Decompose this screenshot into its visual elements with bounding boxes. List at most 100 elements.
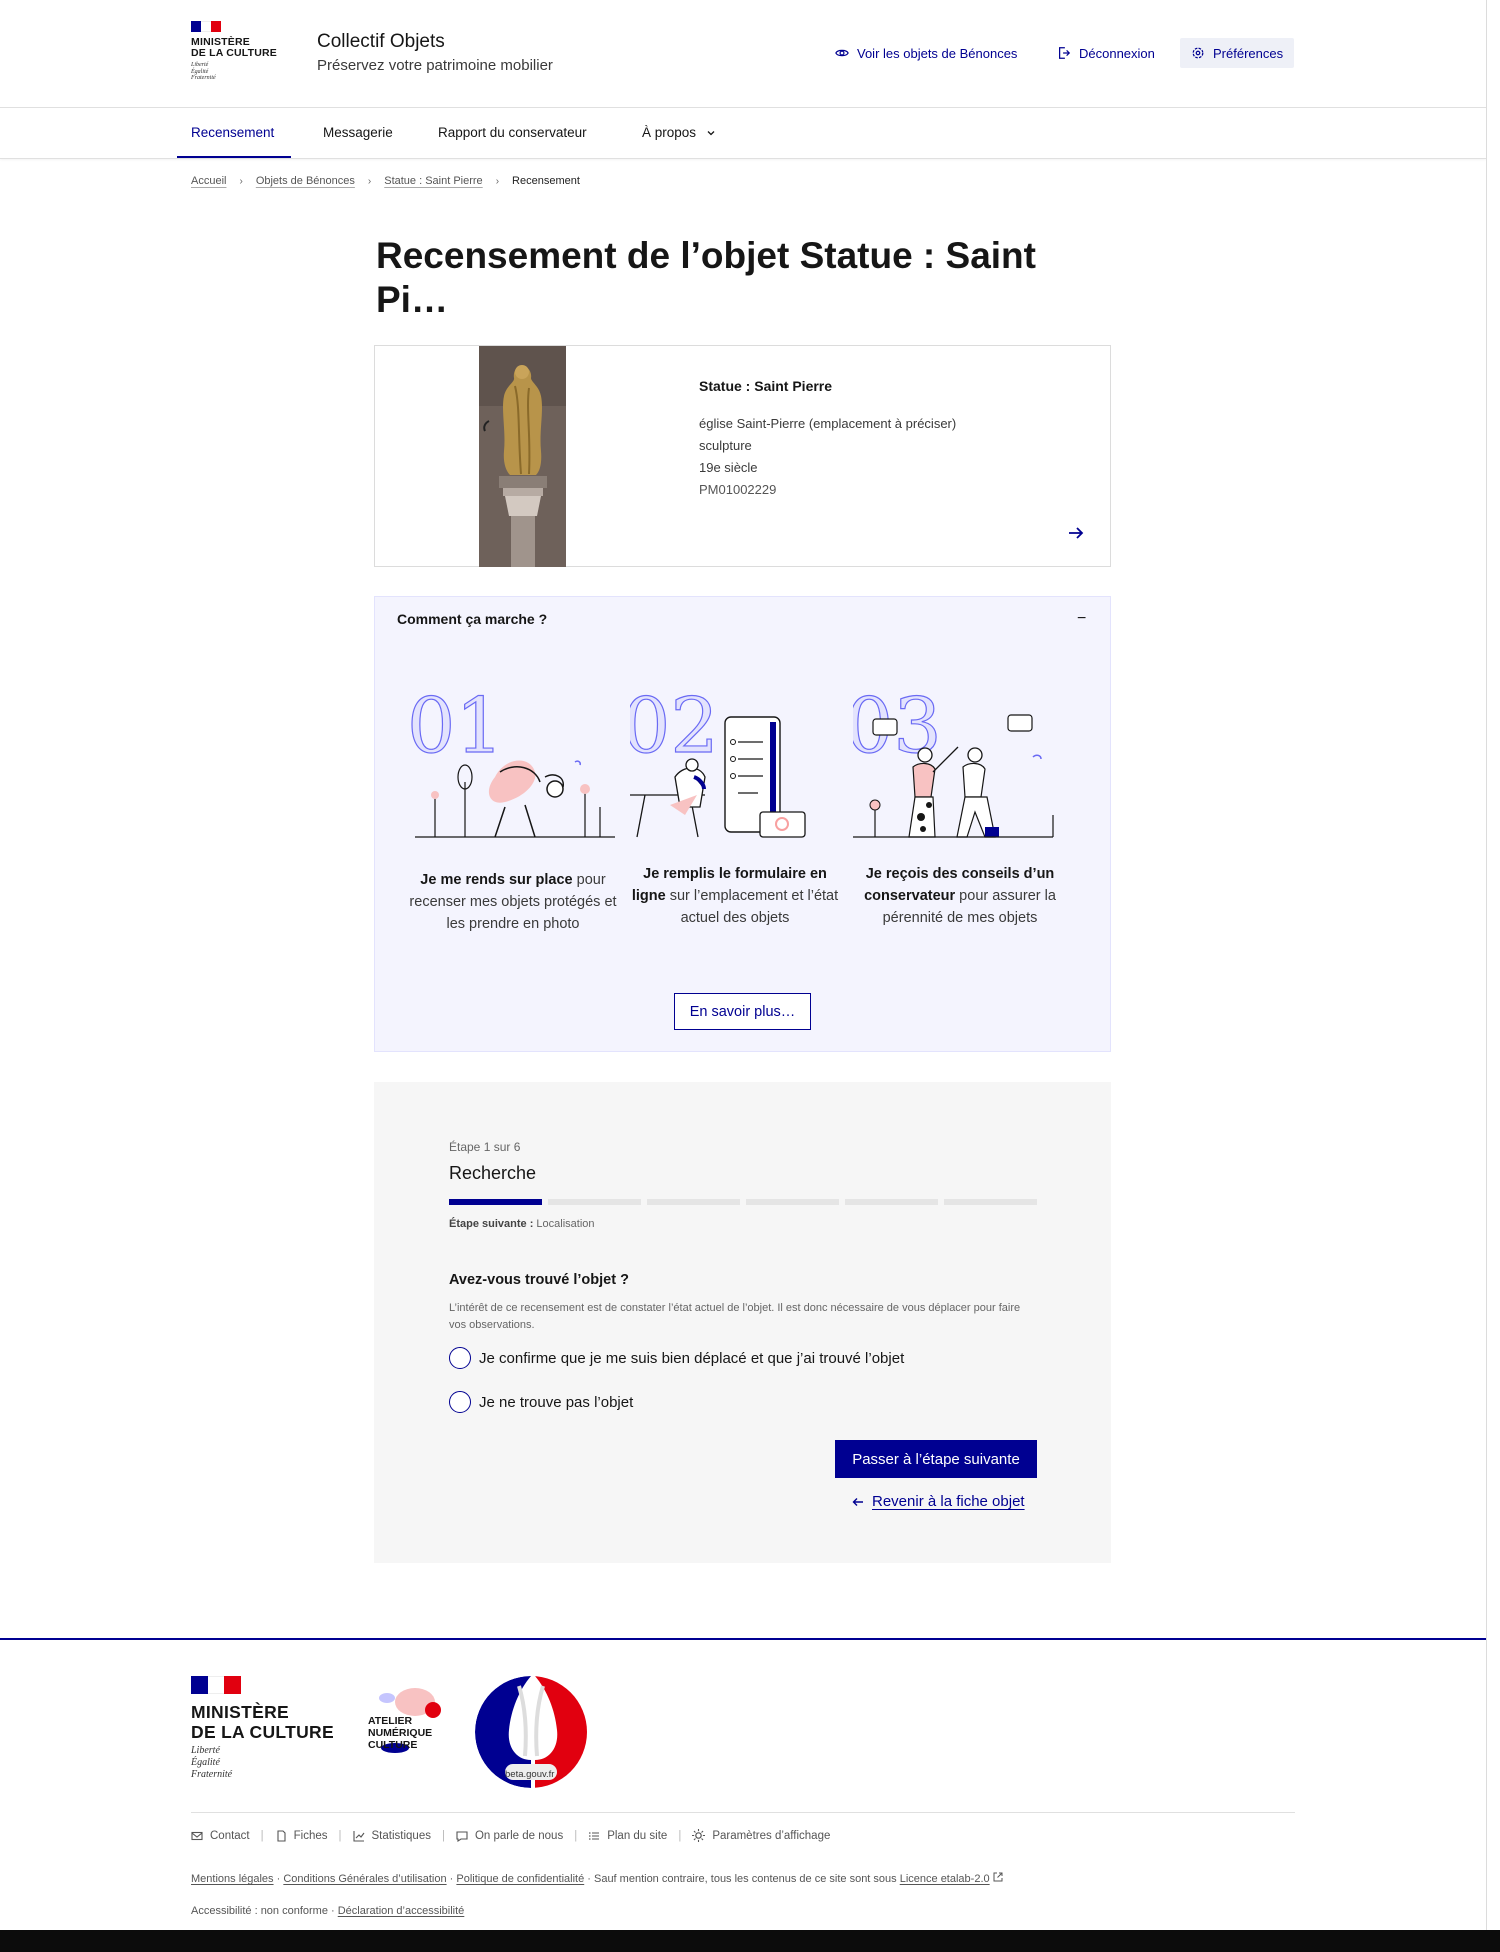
republic-motto: Liberté Égalité Fraternité: [191, 62, 216, 81]
footer-accessibility: Accessibilité : non conforme · Déclarati…: [191, 1905, 465, 1917]
footer-links: Contact | Fiches | Statistiques | On par…: [191, 1829, 830, 1842]
progress-segment: [845, 1199, 938, 1205]
back-to-object-link[interactable]: Revenir à la fiche objet: [852, 1493, 1025, 1510]
site-title[interactable]: Collectif Objets: [317, 31, 445, 53]
nav-item-a-propos[interactable]: À propos: [642, 125, 716, 140]
step-1-illustration: 01: [406, 680, 615, 838]
nav-item-rapport[interactable]: Rapport du conservateur: [438, 125, 587, 140]
breadcrumb-home[interactable]: Accueil: [191, 175, 226, 187]
bottom-bar: [0, 1930, 1500, 1952]
ministry-logo[interactable]: MINISTÈRE DE LA CULTURE Liberté Égalité …: [191, 21, 277, 82]
accessibility-declaration-link[interactable]: Déclaration d’accessibilité: [338, 1905, 465, 1917]
logout-link[interactable]: Déconnexion: [1057, 38, 1155, 68]
sun-icon: [692, 1829, 706, 1842]
progress-segment: [647, 1199, 740, 1205]
eye-icon: [835, 49, 849, 57]
progress-segment: [548, 1199, 641, 1205]
mail-icon: [191, 1831, 203, 1840]
ministry-name: MINISTÈRE DE LA CULTURE: [191, 36, 278, 59]
legal-mentions-link[interactable]: Mentions légales: [191, 1873, 274, 1885]
footer-link-display-settings[interactable]: Paramètres d’affichage: [692, 1829, 830, 1842]
footer-link-press[interactable]: On parle de nous: [456, 1830, 563, 1842]
progress-segment: [746, 1199, 839, 1205]
next-step: Étape suivante : Localisation: [449, 1218, 595, 1230]
nav-item-a-propos-label: À propos: [642, 125, 697, 140]
question-hint: L’intérêt de ce recensement est de const…: [449, 1302, 1021, 1331]
republic-flag-icon: [191, 1676, 242, 1694]
file-icon: [277, 1829, 286, 1842]
step-2-text: Je remplis le formulaire en ligne sur l’…: [631, 866, 839, 926]
stepper-progress: [449, 1199, 1037, 1205]
nav-item-messagerie[interactable]: Messagerie: [323, 125, 393, 140]
footer-link-fiches[interactable]: Fiches: [275, 1830, 328, 1842]
active-nav-indicator: [177, 156, 291, 158]
next-step-button[interactable]: Passer à l’étape suivante: [835, 1440, 1037, 1478]
chevron-right-icon: ›: [239, 175, 243, 187]
footer-link-sitemap[interactable]: Plan du site: [588, 1830, 667, 1842]
breadcrumb-current: Recensement: [512, 175, 580, 187]
footer-link-statistiques[interactable]: Statistiques: [352, 1830, 431, 1842]
chevron-right-icon: ›: [367, 175, 372, 187]
accessibility-status: Accessibilité : non conforme: [191, 1905, 328, 1917]
arrow-left-icon: [852, 1497, 863, 1506]
progress-segment: [449, 1199, 542, 1205]
object-reference: PM01002229: [699, 482, 777, 497]
census-form: Étape 1 sur 6 Recherche Étape suivante :…: [374, 1082, 1111, 1563]
logout-icon: [1059, 47, 1071, 59]
view-objects-label: Voir les objets de Bénonces: [857, 45, 1018, 61]
atelier-numerique-text: ATELIER NUMÉRIQUE CULTURE: [368, 1715, 433, 1751]
learn-more-button[interactable]: En savoir plus…: [674, 993, 811, 1030]
step-count: Étape 1 sur 6: [449, 1140, 521, 1154]
main-navigation: Recensement Messagerie Rapport du conser…: [0, 108, 1486, 159]
preferences-button[interactable]: Préférences: [1180, 38, 1295, 68]
licence-link[interactable]: Licence etalab-2.0: [900, 1873, 990, 1885]
step-3-text: Je reçois des conseils d’un conservateur…: [864, 866, 1056, 926]
list-icon: [589, 1831, 600, 1840]
step-3-illustration: 03: [853, 680, 1054, 838]
step-2-illustration: 02: [630, 680, 806, 838]
radio-button[interactable]: [449, 1347, 471, 1369]
progress-segment: [944, 1199, 1037, 1205]
privacy-link[interactable]: Politique de confidentialité: [456, 1873, 584, 1885]
view-objects-link[interactable]: Voir les objets de Bénonces: [835, 38, 1017, 68]
radio-not-found-object[interactable]: Je ne trouve pas l’objet: [449, 1391, 633, 1413]
page-title: Recensement de l’objet Statue : Saint Pi…: [376, 235, 1036, 320]
radio-label: Je ne trouve pas l’objet: [479, 1393, 634, 1411]
republic-flag-icon: [191, 21, 221, 32]
object-century: 19e siècle: [699, 460, 758, 475]
preferences-label: Préférences: [1213, 45, 1284, 61]
step-title: Recherche: [449, 1163, 537, 1183]
window-edge: [1486, 0, 1500, 1952]
footer-divider: [191, 1812, 1295, 1813]
chat-icon: [456, 1830, 468, 1842]
breadcrumb: Accueil › Objets de Bénonces › Statue : …: [191, 175, 580, 187]
breadcrumb-object[interactable]: Statue : Saint Pierre: [384, 175, 482, 187]
nav-item-recensement[interactable]: Recensement: [191, 125, 274, 140]
footer-ministry-name[interactable]: MINISTÈRE DE LA CULTURE: [191, 1702, 334, 1742]
breadcrumb-objects[interactable]: Objets de Bénonces: [256, 175, 355, 187]
footer-republic-motto: Liberté Égalité Fraternité: [191, 1745, 233, 1780]
page: MINISTÈRE DE LA CULTURE Liberté Égalité …: [0, 0, 1486, 1930]
how-it-works-accordion: Comment ça marche ? − 01 Je me rends sur…: [374, 596, 1111, 1052]
chart-icon: [352, 1830, 364, 1842]
step-1-text: Je me rends sur place pour recenser mes …: [409, 872, 617, 932]
radio-button[interactable]: [449, 1391, 471, 1413]
step-1-number: 01: [407, 681, 504, 770]
how-it-works-title[interactable]: Comment ça marche ?: [397, 611, 547, 627]
collapse-icon[interactable]: −: [1077, 610, 1086, 628]
arrow-right-icon[interactable]: [1067, 524, 1085, 542]
object-location: église Saint-Pierre (emplacement à préci…: [699, 416, 957, 431]
cgu-link[interactable]: Conditions Générales d’utilisation: [283, 1873, 446, 1885]
radio-found-object[interactable]: Je confirme que je me suis bien déplacé …: [449, 1347, 904, 1369]
chevron-right-icon: ›: [495, 175, 500, 187]
footer-link-contact[interactable]: Contact: [191, 1830, 250, 1842]
object-category: sculpture: [699, 438, 752, 453]
radio-label: Je confirme que je me suis bien déplacé …: [479, 1349, 905, 1367]
object-card[interactable]: Statue : Saint Pierre église Saint-Pierr…: [374, 345, 1111, 567]
step-2-number: 02: [630, 681, 719, 770]
footer-legal: Mentions légales · Conditions Générales …: [191, 1872, 1003, 1885]
question-title: Avez-vous trouvé l’objet ?: [449, 1272, 629, 1288]
external-link-icon: [993, 1872, 1003, 1882]
back-link-label: Revenir à la fiche objet: [872, 1493, 1025, 1510]
chevron-down-icon: [707, 130, 715, 135]
